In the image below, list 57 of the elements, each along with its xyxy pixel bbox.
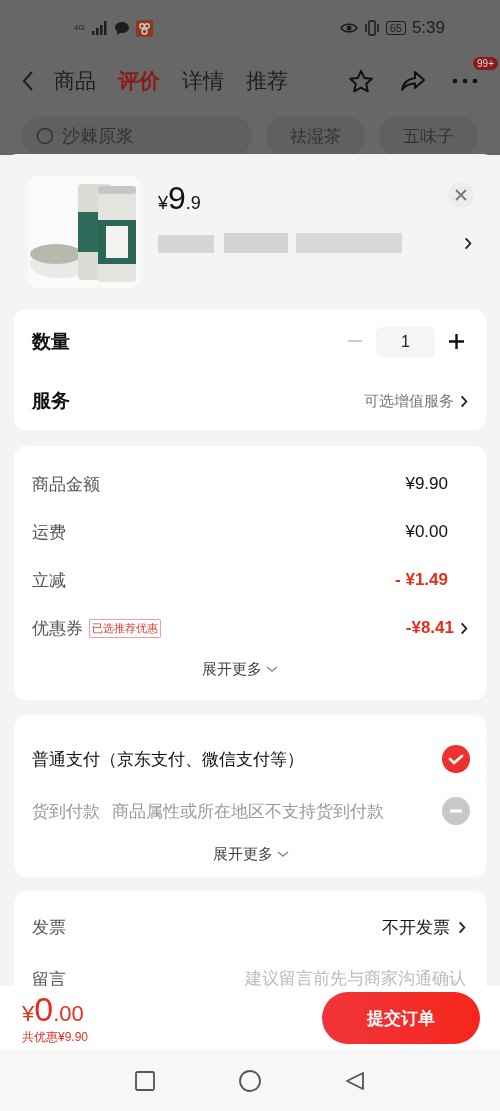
- fee-value: -¥8.41: [405, 618, 454, 638]
- notification-badge: 99+: [473, 56, 498, 70]
- submit-order-button[interactable]: 提交订单: [322, 992, 480, 1044]
- fee-label: 运费: [32, 521, 66, 544]
- chevron-down-icon: [266, 666, 278, 673]
- fee-value: ¥0.00: [405, 522, 448, 542]
- chevron-right-icon: [460, 394, 468, 408]
- home-icon[interactable]: [239, 1069, 261, 1092]
- plus-icon: [449, 334, 464, 350]
- back-icon[interactable]: [22, 71, 34, 91]
- service-value[interactable]: 可选增值服务: [364, 391, 454, 411]
- fee-value: - ¥1.49: [395, 570, 448, 590]
- coupon-tag: 已选推荐优惠: [89, 618, 161, 638]
- more-icon[interactable]: [452, 78, 478, 84]
- total-price: ¥0.00: [22, 990, 85, 1029]
- service-label: 服务: [32, 389, 70, 414]
- invoice-label: 发票: [32, 916, 66, 939]
- vibrate-icon: [363, 20, 380, 36]
- network-label: 4G: [74, 24, 86, 32]
- battery-level: 65: [385, 21, 406, 35]
- clock-time: 5:39: [411, 18, 445, 38]
- nav-tab[interactable]: 评价: [118, 67, 160, 95]
- message-field[interactable]: 建议留言前先与商家沟通确认: [206, 969, 466, 986]
- recent-apps-icon[interactable]: [135, 1070, 155, 1091]
- fee-value: ¥9.90: [405, 474, 448, 494]
- expand-more-link[interactable]: 展开更多: [213, 845, 289, 864]
- message-label: 留言: [32, 968, 66, 986]
- quantity-field[interactable]: 1: [376, 326, 435, 357]
- search-icon: [36, 127, 54, 145]
- checked-radio-icon[interactable]: [442, 745, 470, 773]
- close-icon: [455, 189, 467, 201]
- chevron-right-icon: [458, 920, 466, 934]
- payment-note: 商品属性或所在地区不支持货到付款: [112, 800, 384, 823]
- back-triangle-icon[interactable]: [345, 1070, 365, 1091]
- fee-label: 立减: [32, 569, 66, 592]
- savings-text: 共优惠¥9.90: [22, 1029, 89, 1046]
- nav-tab[interactable]: 商品: [54, 67, 96, 95]
- chat-bubble-icon: [114, 20, 130, 36]
- product-price: ¥9.9: [158, 180, 201, 217]
- quantity-label: 数量: [32, 329, 70, 354]
- app-notification-icon: [136, 19, 153, 37]
- nav-tab[interactable]: 详情: [182, 67, 224, 95]
- star-icon[interactable]: [348, 68, 374, 94]
- minus-icon: [348, 340, 362, 344]
- payment-option-label[interactable]: 普通支付（京东支付、微信支付等）: [32, 747, 304, 771]
- chevron-right-icon: [460, 621, 468, 635]
- close-button[interactable]: [448, 182, 474, 208]
- invoice-value[interactable]: 不开发票: [382, 915, 450, 939]
- expand-more-link[interactable]: 展开更多: [202, 660, 278, 679]
- signal-icon: [92, 21, 108, 35]
- share-icon[interactable]: [400, 70, 426, 92]
- fee-label: 优惠券: [32, 617, 83, 640]
- fee-label: 商品金额: [32, 473, 100, 496]
- nav-tab[interactable]: 推荐: [246, 67, 288, 95]
- chevron-down-icon: [277, 851, 289, 858]
- eye-icon: [339, 22, 358, 34]
- chevron-right-icon: [464, 236, 472, 250]
